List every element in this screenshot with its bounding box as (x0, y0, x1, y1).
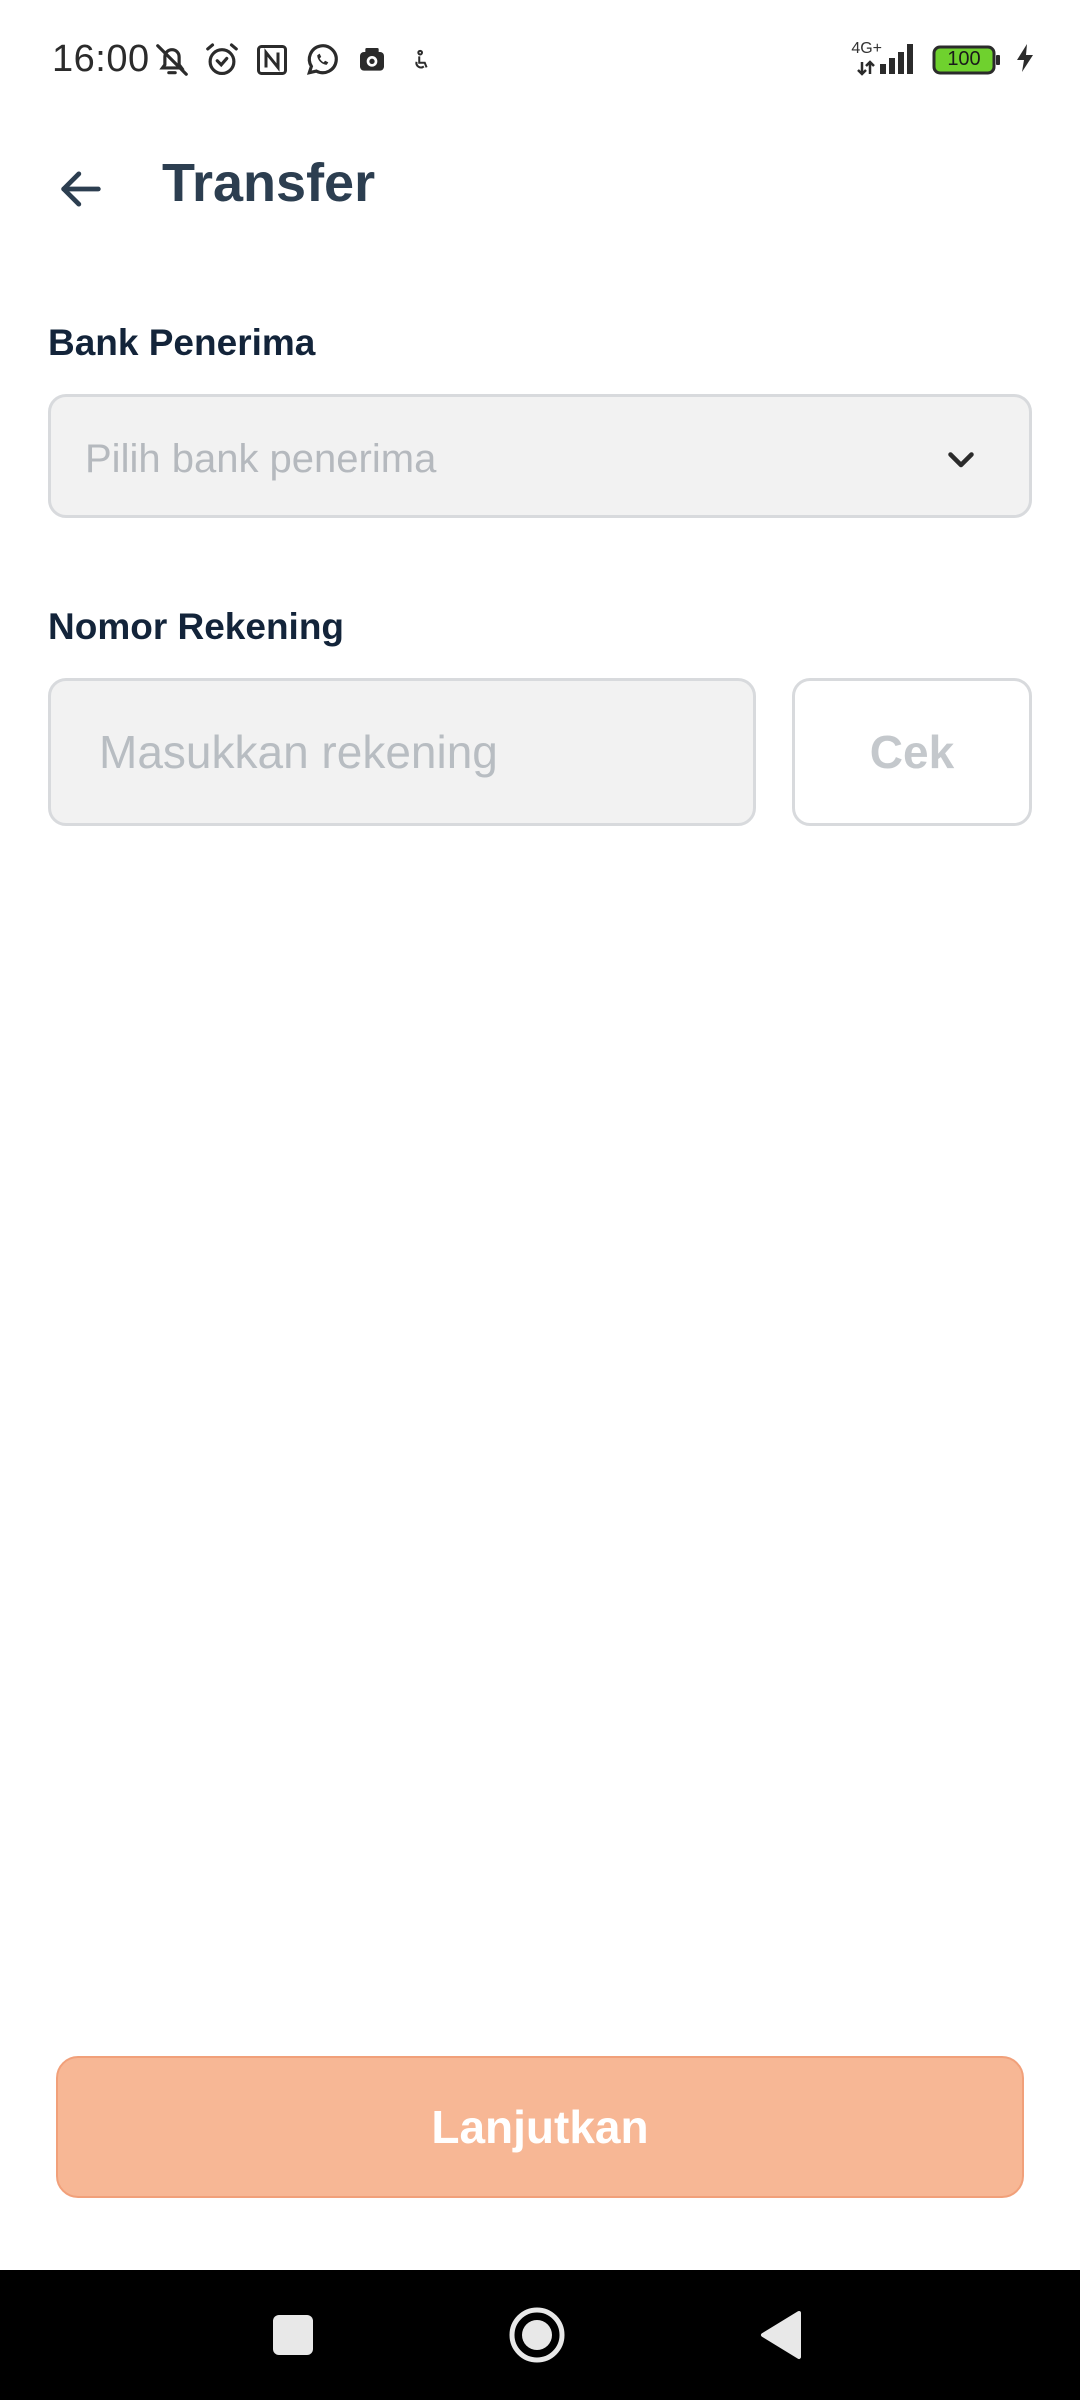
accessibility-icon (402, 40, 442, 80)
account-number-input[interactable] (48, 678, 756, 826)
bank-label: Bank Penerima (48, 322, 316, 363)
signal-icon (856, 40, 920, 81)
system-nav-bar (0, 2270, 1080, 2400)
continue-button[interactable]: Lanjutkan (56, 2056, 1024, 2198)
whatsapp-icon (302, 40, 342, 80)
check-account-button[interactable]: Cek (792, 678, 1032, 826)
nfc-icon (252, 40, 292, 80)
nav-home-button[interactable] (502, 2300, 572, 2370)
notification-icons (152, 38, 442, 82)
back-triangle-icon (761, 2311, 801, 2359)
bank-select-placeholder: Pilih bank penerima (85, 437, 437, 481)
mute-bell-icon (152, 40, 192, 80)
charging-icon (1014, 42, 1036, 79)
alarm-icon (202, 40, 242, 80)
status-time: 16:00 (52, 38, 150, 80)
app-header: Transfer (0, 130, 1080, 240)
page-title: Transfer (162, 153, 376, 213)
system-icons: 100 (856, 38, 1036, 82)
status-bar: 16:00 4G+ 100 (0, 0, 1080, 120)
chevron-down-icon (948, 452, 974, 468)
battery-level: 100 (947, 48, 981, 70)
nav-back-button[interactable] (746, 2300, 816, 2370)
bank-select[interactable]: Pilih bank penerima (48, 394, 1032, 518)
battery-icon: 100 (932, 44, 1002, 76)
back-button[interactable] (46, 154, 116, 224)
recents-icon (273, 2315, 313, 2355)
account-label: Nomor Rekening (48, 606, 345, 647)
home-icon (509, 2307, 565, 2363)
camera-app-icon (352, 40, 392, 80)
arrow-left-icon (61, 171, 101, 207)
nav-recents-button[interactable] (258, 2300, 328, 2370)
